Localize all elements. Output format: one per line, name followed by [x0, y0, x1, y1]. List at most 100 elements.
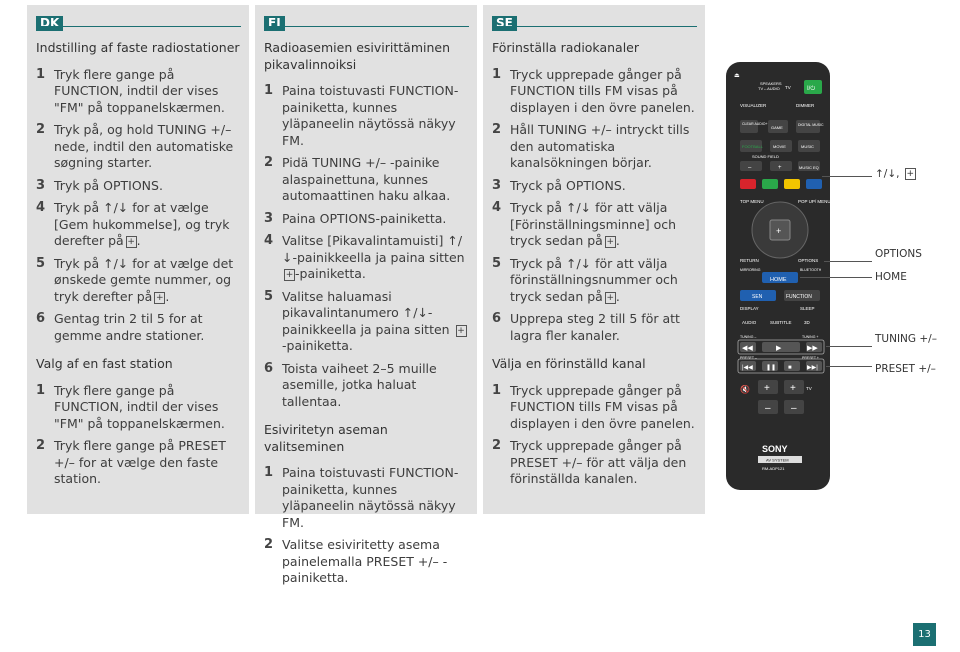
options-label: OPTIONS — [798, 258, 818, 263]
step-number: 2 — [264, 155, 274, 170]
callout-arrows: ↑/↓, + — [875, 168, 916, 180]
step-number: 1 — [492, 382, 502, 398]
divider — [492, 26, 697, 27]
red-button[interactable] — [740, 179, 756, 189]
step-number: 6 — [36, 311, 46, 326]
step-text: Paina OPTIONS-painiketta. — [282, 210, 447, 226]
blue-button[interactable] — [806, 179, 822, 189]
column-fi: FI Radioasemien esivirittäminen pikavali… — [255, 5, 477, 585]
step: 2 Pidä TUNING +/– -painike alaspainettuna… — [264, 155, 469, 205]
music-label: MUSIC — [801, 144, 814, 149]
steps-list: 1 Tryk flere gange på FUNCTION, indtil de… — [36, 67, 241, 345]
step-text: Valitse [Pikavalintamuisti] ↑/↓-painikke… — [282, 233, 465, 265]
step: 4 Tryk på ↑/↓ for at vælge [Gem hukommels… — [36, 200, 230, 248]
eject-icon: ⏏ — [734, 73, 740, 79]
step: 2 Tryk på, og hold TUNING +/– nede, indti… — [36, 122, 241, 172]
step-number: 6 — [492, 311, 502, 326]
tv-audio-label: TV↔AUDIO — [758, 86, 780, 91]
step-number: 3 — [36, 177, 46, 193]
step: 2 Tryk flere gange på PRESET +/– for at v… — [36, 438, 241, 488]
step-text: Toista vaiheet 2–5 muille asemille, jotk… — [282, 360, 437, 409]
callout-line — [826, 346, 872, 347]
rewind-icon: ◀◀ — [742, 345, 753, 352]
display-label: DISPLAY — [740, 306, 759, 311]
enter-icon: + — [604, 236, 616, 248]
green-button[interactable] — [762, 179, 778, 189]
step: 1 Tryck upprepade gånger på FUNCTION till… — [492, 67, 697, 117]
section-title: Välja en förinställd kanal — [492, 356, 646, 371]
step-text: Tryck på OPTIONS. — [510, 177, 626, 193]
bluetooth-label: BLUETOOTH — [800, 268, 822, 272]
step-number: 5 — [492, 255, 502, 271]
subtitle-label: SUBTITLE — [770, 320, 792, 325]
step-number: 4 — [36, 200, 46, 215]
section-title: Indstilling af faste radiostationer — [36, 40, 240, 55]
previous-icon: |◀◀ — [742, 365, 753, 371]
step-text: Tryk på OPTIONS. — [54, 177, 163, 193]
home-label: HOME — [770, 277, 787, 283]
popup-menu-label: POP UP/ MENU — [798, 199, 831, 204]
tuning-plus-label: TUNING + — [802, 335, 818, 339]
function-label: FUNCTION — [786, 294, 812, 300]
step: 4 Valitse [Pikavalintamuisti] ↑/↓-painikk… — [264, 233, 469, 283]
page-number: 13 — [913, 623, 936, 646]
3d-label: 3D — [804, 320, 811, 325]
step-number: 1 — [264, 83, 274, 98]
step-number: 1 — [36, 382, 46, 398]
stop-icon: ■ — [788, 365, 792, 371]
step-text: Pidä TUNING +/– -painike alaspainettuna,… — [282, 155, 451, 203]
tv-label: TV — [785, 85, 791, 90]
yellow-button[interactable] — [784, 179, 800, 189]
step: 2 Valitse esiviritetty asema painelemalla… — [264, 537, 469, 587]
sleep-label: SLEEP — [800, 306, 815, 311]
callout-line — [800, 277, 872, 278]
section-title: Esiviritetyn aseman valitseminen — [264, 422, 388, 454]
step: 3 Tryck på OPTIONS. — [492, 178, 697, 195]
enter-icon: + — [604, 291, 616, 304]
fast-forward-icon: ▶▶ — [807, 345, 818, 352]
mirroring-label: MIRRORING — [740, 268, 761, 272]
step: 3 Tryk på OPTIONS. — [36, 178, 241, 195]
enter-icon: + — [455, 324, 467, 337]
divider — [36, 26, 241, 27]
step-number: 2 — [264, 537, 274, 552]
step: 6 Toista vaiheet 2–5 muille asemille, jot… — [264, 361, 469, 411]
step-text: Tryck upprepade gånger på PRESET +/– för… — [510, 438, 687, 486]
step-text: Tryk flere gange på PRESET +/– for at væ… — [54, 438, 226, 486]
step-text: Tryk flere gange på FUNCTION, indtil der… — [54, 66, 225, 115]
callout-text: ↑/↓, — [875, 168, 900, 180]
enter-icon: + — [904, 168, 916, 180]
plus-icon: + — [778, 165, 782, 171]
game-label: GAME — [771, 125, 783, 130]
audio-label: AUDIO — [742, 320, 757, 325]
step: 1 Paina toistuvasti FUNCTION-painiketta, … — [264, 83, 469, 149]
stop-button[interactable] — [784, 361, 800, 371]
step-number: 5 — [264, 288, 274, 304]
football-label: FOOTBALL — [742, 144, 764, 149]
column-se: SE Förinställa radiokanaler 1 Tryck uppre… — [483, 5, 705, 514]
brand-logo: SONY — [762, 444, 788, 454]
section-title: Förinställa radiokanaler — [492, 40, 639, 55]
remote-control: ⏏ SPEAKERS TV↔AUDIO TV I/⏻ VISUALIZER DI… — [726, 62, 831, 490]
section-title: Valg af en fast station — [36, 356, 173, 371]
callout-preset: PRESET +/– — [875, 363, 936, 375]
step: 5 Valitse haluamasi pikavalintanumero ↑/↓… — [264, 289, 469, 355]
step: 5 Tryk på ↑/↓ for at vælge det ønskede ge… — [36, 255, 234, 304]
lang-header: DK — [36, 12, 241, 31]
step-text: Tryck upprepade gånger på FUNCTION tills… — [510, 66, 695, 115]
tuning-minus-label: TUNING – — [740, 335, 756, 339]
divider — [264, 26, 469, 27]
visualizer-label: VISUALIZER — [740, 103, 767, 108]
play-icon: ▶ — [776, 345, 782, 352]
power-icon: I/⏻ — [807, 85, 815, 92]
digital-music-label: DIGITAL MUSIC — [798, 123, 824, 127]
step-text-tail: -painiketta. — [295, 266, 366, 281]
section-title: Radioasemien esivirittäminen pikavalinno… — [264, 40, 451, 72]
step-text: Tryk på ↑/↓ for at vælge [Gem hukommelse… — [54, 200, 230, 248]
step-text: Tryck på ↑/↓ för att välja [Förinställni… — [510, 200, 677, 248]
step-number: 2 — [492, 122, 502, 137]
step-number: 4 — [492, 200, 502, 215]
lang-header: FI — [264, 12, 469, 31]
next-icon: ▶▶| — [807, 365, 818, 371]
step: 5 Tryck på ↑/↓ för att välja förinställni… — [492, 255, 678, 304]
